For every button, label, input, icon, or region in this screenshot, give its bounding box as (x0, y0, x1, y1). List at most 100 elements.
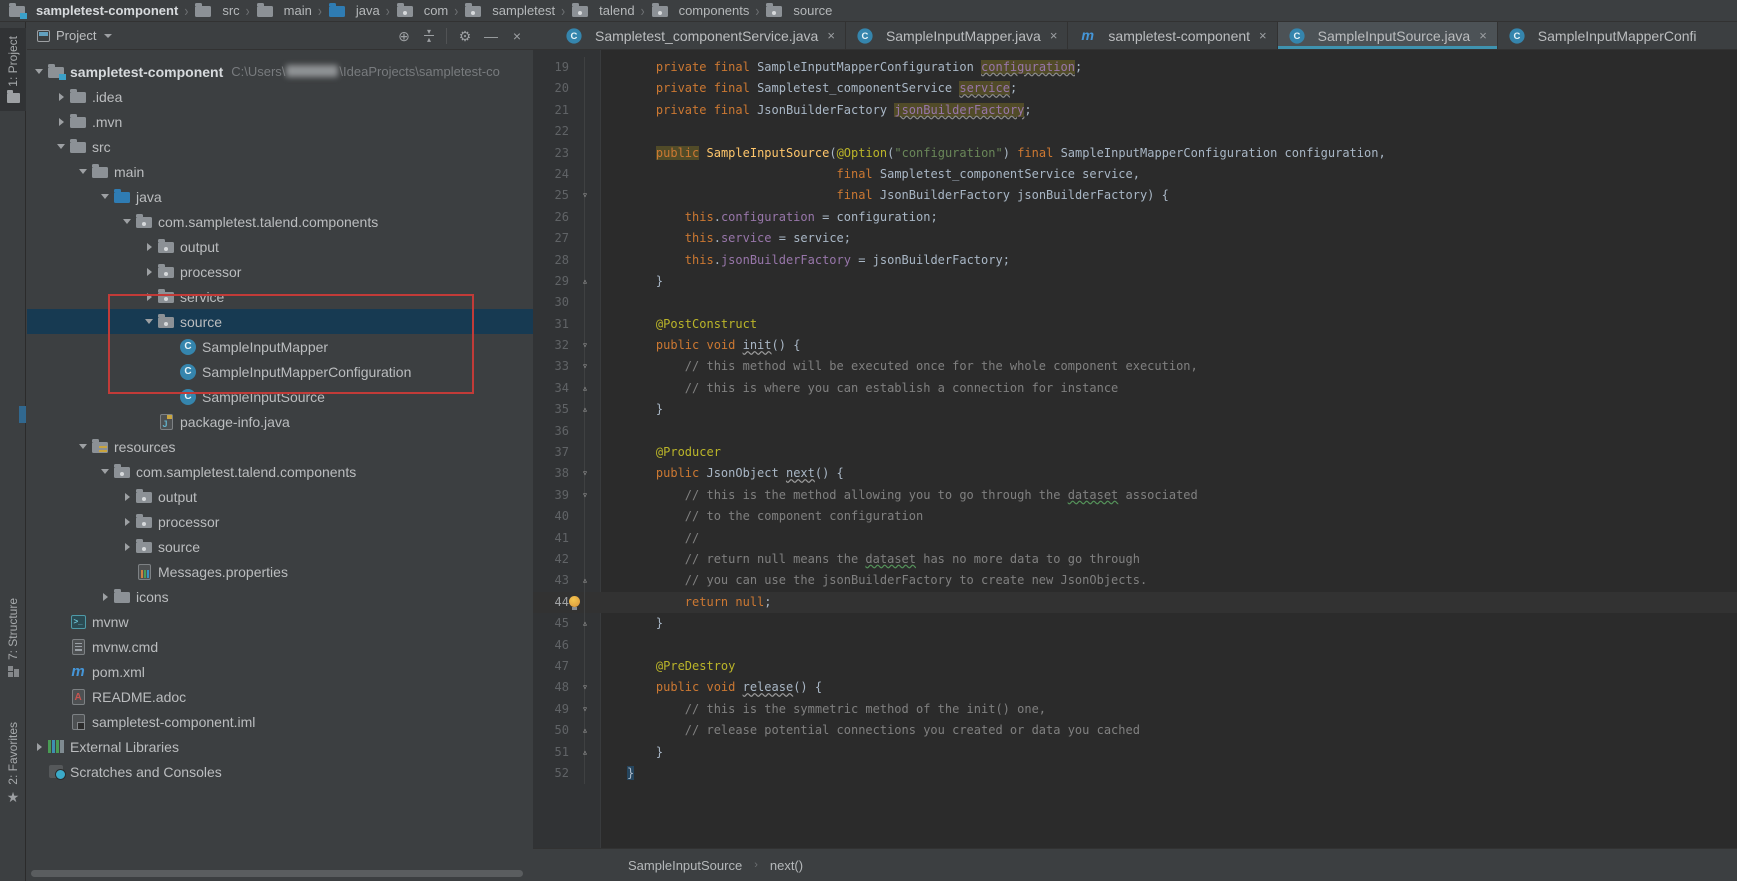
tree-row[interactable]: README.adoc (27, 684, 533, 709)
tree-expand-arrow[interactable] (97, 189, 113, 205)
code-line[interactable]: 29▵ } (533, 271, 1737, 292)
code-line[interactable]: 44 return null; (533, 592, 1737, 613)
tree-expand-arrow[interactable] (31, 739, 47, 755)
code-line[interactable]: 40 // to the component configuration (533, 506, 1737, 527)
tab-close-icon[interactable]: × (1050, 28, 1058, 43)
fold-marker[interactable]: ▵ (573, 720, 597, 741)
code-line[interactable]: 41 // (533, 528, 1737, 549)
fold-marker[interactable]: ▵ (573, 613, 597, 634)
code-line[interactable]: 51▵ } (533, 742, 1737, 763)
tree-expand-arrow[interactable] (141, 289, 157, 305)
code-line[interactable]: 26 this.configuration = configuration; (533, 207, 1737, 228)
editor-breadcrumb-item[interactable]: next() (770, 858, 803, 873)
code-line[interactable]: 39▿ // this is the method allowing you t… (533, 485, 1737, 506)
tree-row[interactable]: sampletest-componentC:\Users\\IdeaProjec… (27, 59, 533, 84)
close-panel-icon[interactable]: × (507, 29, 527, 43)
tree-row[interactable]: package-info.java (27, 409, 533, 434)
tree-expand-arrow[interactable] (75, 164, 91, 180)
tree-expand-arrow[interactable] (119, 514, 135, 530)
tree-row[interactable]: Scratches and Consoles (27, 759, 533, 784)
code-line[interactable]: 33▿ // this method will be executed once… (533, 356, 1737, 377)
tree-expand-arrow[interactable] (141, 239, 157, 255)
fold-marker[interactable]: ▵ (573, 570, 597, 591)
code-line[interactable]: 48▿ public void release() { (533, 677, 1737, 698)
tree-row[interactable]: External Libraries (27, 734, 533, 759)
tree-row[interactable]: resources (27, 434, 533, 459)
code-line[interactable]: 28 this.jsonBuilderFactory = jsonBuilder… (533, 250, 1737, 271)
breadcrumb-item[interactable]: src (192, 3, 241, 19)
code-line[interactable]: 24 final Sampletest_componentService ser… (533, 164, 1737, 185)
fold-marker[interactable]: ▿ (573, 335, 597, 356)
code-line[interactable]: 19 private final SampleInputMapperConfig… (533, 57, 1737, 78)
tree-row[interactable]: output (27, 234, 533, 259)
code-line[interactable]: 36 (533, 421, 1737, 442)
horizontal-scrollbar[interactable] (31, 870, 523, 877)
tree-expand-arrow[interactable] (119, 539, 135, 555)
tree-row[interactable]: com.sampletest.talend.components (27, 209, 533, 234)
tree-row[interactable]: mvnw.cmd (27, 634, 533, 659)
tree-expand-arrow[interactable] (119, 214, 135, 230)
tree-row[interactable]: service (27, 284, 533, 309)
fold-marker[interactable]: ▵ (573, 399, 597, 420)
fold-marker[interactable]: ▿ (573, 699, 597, 720)
code-line[interactable]: 31 @PostConstruct (533, 314, 1737, 335)
code-line[interactable]: 27 this.service = service; (533, 228, 1737, 249)
code-line[interactable]: 20 private final Sampletest_componentSer… (533, 78, 1737, 99)
tree-row[interactable]: processor (27, 259, 533, 284)
editor-tab[interactable]: SampleInputSource.java× (1278, 22, 1498, 49)
code-line[interactable]: 34▵ // this is where you can establish a… (533, 378, 1737, 399)
tree-row[interactable]: source (27, 534, 533, 559)
fold-marker[interactable]: ▵ (573, 742, 597, 763)
tab-close-icon[interactable]: × (827, 28, 835, 43)
code-line[interactable]: 30 (533, 292, 1737, 313)
lightbulb-icon[interactable] (569, 596, 580, 607)
fold-marker[interactable]: ▿ (573, 677, 597, 698)
breadcrumb-item[interactable]: sampletest (462, 3, 557, 19)
breadcrumb-item[interactable]: sampletest-component (6, 3, 180, 19)
code-line[interactable]: 42 // return null means the dataset has … (533, 549, 1737, 570)
fold-marker[interactable]: ▵ (573, 378, 597, 399)
code-line[interactable]: 52} (533, 763, 1737, 784)
code-line[interactable]: 35▵ } (533, 399, 1737, 420)
tree-expand-arrow[interactable] (53, 114, 69, 130)
tree-row[interactable]: src (27, 134, 533, 159)
tree-row[interactable]: .idea (27, 84, 533, 109)
tree-row[interactable]: icons (27, 584, 533, 609)
code-line[interactable]: 32▿ public void init() { (533, 335, 1737, 356)
hide-panel-icon[interactable]: — (481, 29, 501, 43)
tree-row[interactable]: com.sampletest.talend.components (27, 459, 533, 484)
fold-marker[interactable]: ▿ (573, 463, 597, 484)
collapse-all-icon[interactable]: ▾▴ (420, 29, 438, 42)
breadcrumb-item[interactable]: talend (569, 3, 636, 19)
tree-row[interactable]: processor (27, 509, 533, 534)
stripe-project-button[interactable]: 1: Project (0, 28, 26, 111)
code-line[interactable]: 43▵ // you can use the jsonBuilderFactor… (533, 570, 1737, 591)
breadcrumb-item[interactable]: components (649, 3, 752, 19)
tree-row[interactable]: .mvn (27, 109, 533, 134)
editor-breadcrumb-item[interactable]: SampleInputSource (628, 858, 742, 873)
breadcrumb-item[interactable]: java (326, 3, 382, 19)
editor-tab[interactable]: SampleInputMapperConfi (1498, 22, 1737, 49)
code-editor[interactable]: 19 private final SampleInputMapperConfig… (533, 50, 1737, 848)
code-line[interactable]: 21 private final JsonBuilderFactory json… (533, 100, 1737, 121)
code-line[interactable]: 45▵ } (533, 613, 1737, 634)
code-line[interactable]: 49▿ // this is the symmetric method of t… (533, 699, 1737, 720)
code-line[interactable]: 50▵ // release potential connections you… (533, 720, 1737, 741)
code-line[interactable]: 46 (533, 635, 1737, 656)
tree-expand-arrow[interactable] (97, 464, 113, 480)
chevron-down-icon[interactable] (104, 34, 112, 38)
code-line[interactable]: 47 @PreDestroy (533, 656, 1737, 677)
tree-row[interactable]: main (27, 159, 533, 184)
stripe-favorites-button[interactable]: 2: Favorites ★ (0, 714, 26, 811)
code-line[interactable]: 23 public SampleInputSource(@Option("con… (533, 143, 1737, 164)
tree-expand-arrow[interactable] (141, 314, 157, 330)
tree-expand-arrow[interactable] (141, 264, 157, 280)
tree-row[interactable]: pom.xml (27, 659, 533, 684)
tree-row[interactable]: SampleInputMapperConfiguration (27, 359, 533, 384)
fold-marker[interactable]: ▿ (573, 485, 597, 506)
tab-close-icon[interactable]: × (1259, 28, 1267, 43)
tree-row[interactable]: java (27, 184, 533, 209)
fold-marker[interactable]: ▵ (573, 271, 597, 292)
code-line[interactable]: 37 @Producer (533, 442, 1737, 463)
tab-close-icon[interactable]: × (1479, 28, 1487, 43)
